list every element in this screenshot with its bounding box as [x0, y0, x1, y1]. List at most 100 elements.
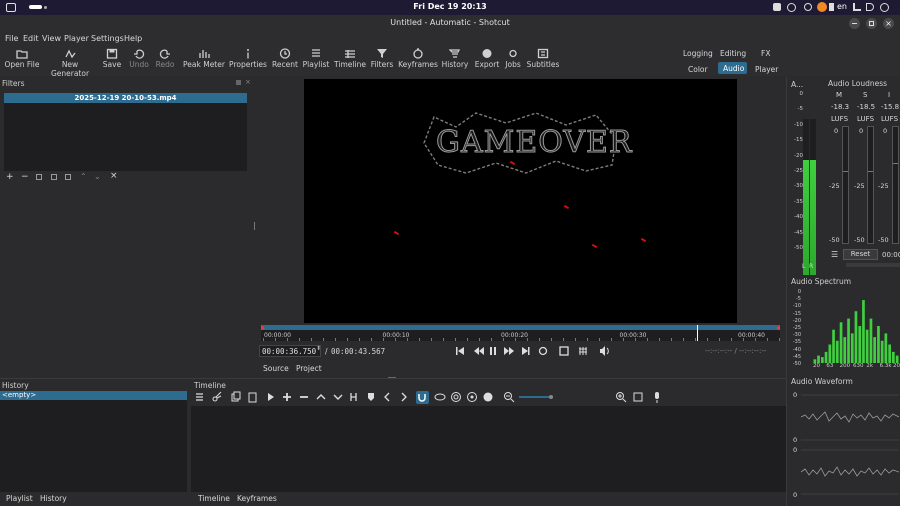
next-marker-icon[interactable] [401, 392, 407, 402]
peak-meter-button[interactable]: Peak Meter [183, 48, 225, 69]
menu-settings[interactable]: Settings [91, 34, 124, 43]
zoom-out-icon[interactable] [504, 392, 515, 403]
horizontal-scrollbar[interactable] [846, 263, 900, 267]
tab-playlist[interactable]: Playlist [6, 494, 33, 503]
menu-view[interactable]: View [42, 34, 61, 43]
zoom-slider[interactable] [519, 395, 553, 399]
lift-icon[interactable] [316, 394, 326, 400]
snap-icon[interactable] [416, 391, 429, 404]
history-button[interactable]: History [441, 48, 469, 69]
move-up-icon[interactable]: ⌃ [80, 172, 87, 181]
undo-button[interactable]: Undo [128, 48, 150, 69]
system-clock[interactable]: Fri Dec 19 20:13 [380, 2, 520, 11]
tab-project[interactable]: Project [296, 364, 322, 373]
tab-timeline[interactable]: Timeline [198, 494, 230, 503]
grid-icon[interactable] [579, 347, 587, 355]
menu-edit[interactable]: Edit [23, 34, 39, 43]
volume-icon[interactable] [866, 3, 874, 11]
loudness-menu-icon[interactable]: ☰ [831, 250, 838, 259]
zoom-fit-icon[interactable] [559, 346, 569, 356]
rewind-icon[interactable] [474, 347, 484, 355]
tab-history[interactable]: History [40, 494, 67, 503]
paste-filter-icon[interactable] [51, 174, 57, 180]
add-filter-icon[interactable]: + [6, 172, 14, 182]
add-icon[interactable] [283, 393, 291, 401]
layout-player[interactable]: Player [755, 65, 778, 74]
filters-list[interactable]: 2025-12-19 20-10-53.mp4 [4, 93, 247, 171]
panel-float-icon[interactable] [236, 80, 241, 85]
tab-keyframes[interactable]: Keyframes [237, 494, 277, 503]
zoom-fit-timeline-icon[interactable] [633, 392, 643, 402]
playlist-button[interactable]: Playlist [302, 48, 330, 69]
timecode-input[interactable]: 00:00:36.750 [259, 345, 321, 357]
minimize-button[interactable] [849, 18, 860, 29]
volume-icon[interactable] [600, 346, 609, 356]
close-button[interactable]: × [883, 18, 894, 29]
timeline-tracks-area[interactable] [191, 406, 786, 492]
paste-icon[interactable] [248, 392, 257, 403]
timeline-menu-icon[interactable] [196, 393, 203, 401]
keyframes-button[interactable]: Keyframes [398, 48, 438, 69]
deselect-icon[interactable]: × [110, 171, 118, 181]
timeline-button[interactable]: Timeline [334, 48, 366, 69]
layout-audio-active[interactable]: Audio [718, 62, 747, 74]
copy-icon[interactable] [231, 391, 241, 402]
pause-icon[interactable] [490, 347, 496, 355]
power-icon[interactable] [880, 3, 889, 12]
splitter-handle[interactable] [254, 222, 255, 230]
workspace-dot[interactable] [44, 6, 47, 9]
activities-icon[interactable] [6, 3, 16, 12]
zoom-in-icon[interactable] [616, 392, 627, 403]
move-down-icon[interactable]: ⌄ [94, 172, 101, 181]
overwrite-icon[interactable] [333, 394, 343, 400]
save-preset-icon[interactable] [65, 174, 71, 180]
network-icon[interactable] [853, 3, 861, 11]
timecode-spinner-icon[interactable]: ⬍ [316, 345, 321, 352]
ripple-markers-icon[interactable] [483, 392, 493, 402]
jobs-button[interactable]: Jobs [503, 48, 523, 69]
subtitles-button[interactable]: Subtitles [526, 48, 560, 69]
playhead[interactable] [696, 325, 698, 341]
player-scrubber[interactable]: 00:00:00 00:00:10 00:00:20 00:00:30 00:00:40 [261, 325, 780, 341]
open-file-button[interactable]: Open File [4, 48, 40, 69]
maximize-button[interactable] [866, 18, 877, 29]
accessibility-icon[interactable] [829, 3, 834, 11]
loop-icon[interactable] [538, 346, 548, 356]
skip-previous-icon[interactable] [456, 347, 464, 355]
recent-button[interactable]: Recent [271, 48, 299, 69]
menu-file[interactable]: File [5, 34, 18, 43]
history-item[interactable]: <empty> [0, 391, 187, 400]
ripple-all-icon[interactable] [467, 392, 477, 402]
copy-filter-icon[interactable] [36, 174, 42, 180]
menu-player[interactable]: Player [64, 34, 89, 43]
panel-close-icon[interactable]: × [245, 78, 251, 86]
sync-icon[interactable] [804, 3, 812, 11]
filters-button[interactable]: Filters [370, 48, 394, 69]
cut-icon[interactable] [212, 391, 222, 402]
scrub-icon[interactable] [434, 393, 446, 401]
video-viewport[interactable]: GAMEOVER [304, 79, 737, 323]
layout-logging[interactable]: Logging [683, 49, 713, 58]
split-icon[interactable] [350, 393, 357, 401]
history-list[interactable]: <empty> [0, 391, 187, 492]
previous-marker-icon[interactable] [384, 392, 390, 402]
extension-icon[interactable] [773, 3, 781, 11]
reset-button[interactable]: Reset [843, 249, 878, 260]
export-button[interactable]: Export [474, 48, 500, 69]
keyboard-layout-label[interactable]: en [837, 2, 847, 11]
recording-indicator-icon[interactable] [817, 2, 827, 12]
append-icon[interactable] [268, 393, 274, 401]
workspace-indicator[interactable] [29, 5, 42, 9]
marker-icon[interactable] [368, 393, 374, 401]
properties-button[interactable]: Properties [229, 48, 267, 69]
layout-editing[interactable]: Editing [720, 49, 746, 58]
status-icon[interactable] [787, 3, 796, 12]
new-generator-button[interactable]: New Generator [43, 48, 97, 78]
layout-color[interactable]: Color [688, 65, 708, 74]
layout-fx[interactable]: FX [761, 49, 770, 58]
record-audio-icon[interactable] [655, 392, 659, 403]
tab-source[interactable]: Source [263, 364, 289, 373]
menu-help[interactable]: Help [124, 34, 142, 43]
selected-clip-name[interactable]: 2025-12-19 20-10-53.mp4 [4, 93, 247, 103]
skip-next-icon[interactable] [522, 347, 530, 355]
